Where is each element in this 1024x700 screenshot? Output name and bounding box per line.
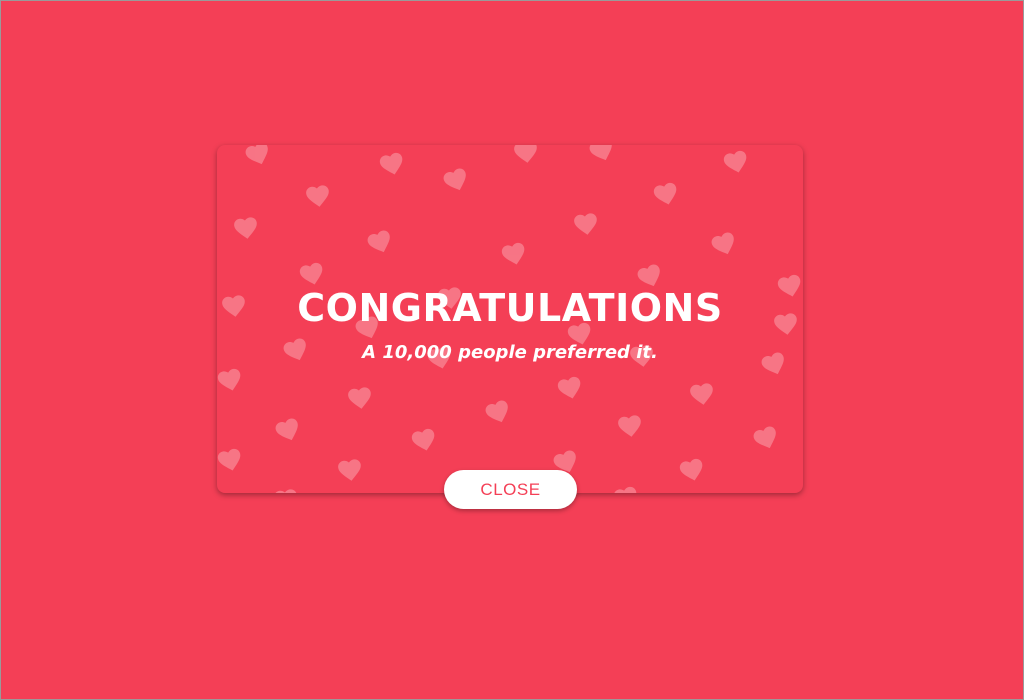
heart-icon (498, 238, 530, 270)
modal-title: CONGRATULATIONS (297, 286, 723, 330)
congratulations-modal: CONGRATULATIONS A 10,000 people preferre… (217, 145, 803, 493)
heart-icon (335, 455, 364, 484)
heart-icon (707, 227, 740, 260)
heart-icon (231, 213, 260, 242)
heart-icon (511, 145, 540, 167)
heart-icon (749, 421, 782, 454)
heart-icon (408, 424, 440, 456)
heart-icon (687, 379, 716, 408)
close-button[interactable]: CLOSE (444, 470, 577, 509)
heart-icon (217, 364, 246, 396)
heart-icon (481, 395, 514, 428)
heart-icon (345, 383, 374, 412)
heart-icon (571, 209, 600, 238)
heart-icon (585, 145, 618, 167)
heart-icon (303, 181, 332, 210)
heart-icon (241, 145, 274, 171)
heart-icon (217, 444, 246, 476)
heart-icon (363, 225, 396, 258)
heart-icon (271, 413, 304, 446)
heart-icon (720, 146, 752, 178)
heart-icon (439, 163, 472, 196)
heart-icon (650, 178, 682, 210)
heart-icon (271, 485, 300, 493)
modal-subtitle: A 10,000 people preferred it. (362, 342, 658, 363)
heart-icon (676, 454, 708, 486)
heart-icon (615, 411, 644, 440)
heart-icon (376, 148, 408, 180)
heart-icon (554, 372, 586, 404)
heart-icon (610, 482, 642, 493)
